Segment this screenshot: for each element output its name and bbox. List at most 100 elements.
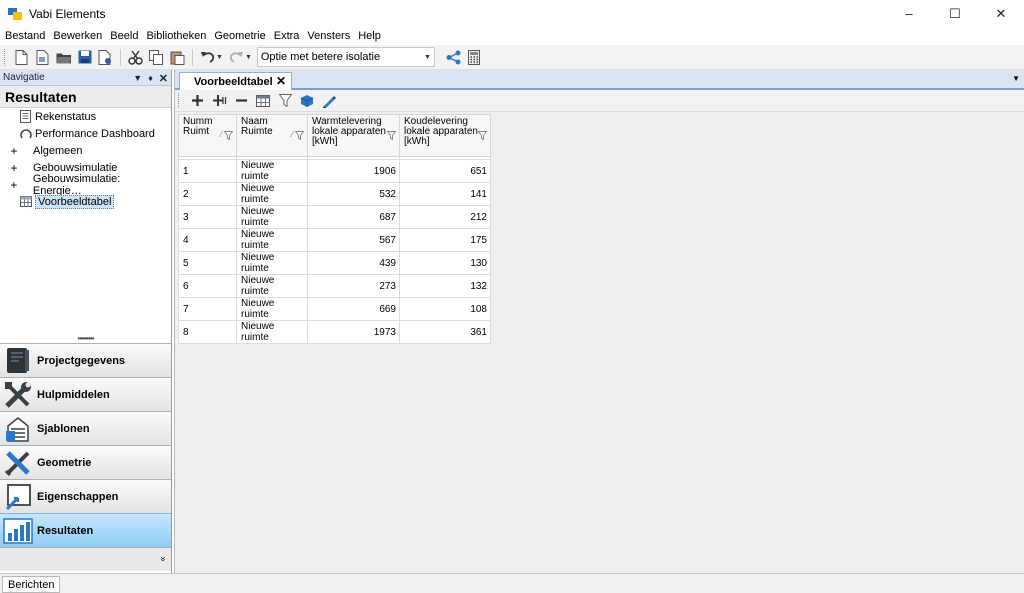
- cell-cold[interactable]: 130: [399, 251, 491, 275]
- table-row[interactable]: 7 Nieuwe ruimte 669 108: [178, 297, 491, 321]
- close-panel-icon[interactable]: ✕: [159, 72, 168, 85]
- variant-select[interactable]: Optie met betere isolatie ▼: [256, 47, 435, 67]
- menu-bestand[interactable]: Bestand: [2, 30, 48, 42]
- paste-icon[interactable]: [167, 47, 188, 68]
- tree-item-performance-dashboard[interactable]: Performance Dashboard: [0, 125, 171, 142]
- expand-icon[interactable]: +: [7, 178, 21, 192]
- tab-list-dropdown-icon[interactable]: ▼: [1012, 74, 1020, 83]
- cell-cold[interactable]: 361: [399, 320, 491, 344]
- undo-icon[interactable]: [197, 47, 218, 68]
- column-filter-icon[interactable]: [294, 131, 305, 143]
- cell-name[interactable]: Nieuwe ruimte: [236, 228, 308, 252]
- splitter-handle[interactable]: •••••••••: [0, 334, 171, 343]
- cell-heat[interactable]: 439: [307, 251, 400, 275]
- new-project-icon[interactable]: [32, 47, 53, 68]
- nav-button-resultaten[interactable]: Resultaten: [0, 513, 171, 547]
- copy-icon[interactable]: [146, 47, 167, 68]
- cell-name[interactable]: Nieuwe ruimte: [236, 320, 308, 344]
- save-as-icon[interactable]: [95, 47, 116, 68]
- table-row[interactable]: 8 Nieuwe ruimte 1973 361: [178, 320, 491, 344]
- expand-icon[interactable]: +: [7, 144, 21, 158]
- cell-name[interactable]: Nieuwe ruimte: [236, 159, 308, 183]
- nav-button-projectgegevens[interactable]: Projectgegevens: [0, 343, 171, 377]
- tree-item-rekenstatus[interactable]: Rekenstatus: [0, 108, 171, 125]
- cell-name[interactable]: Nieuwe ruimte: [236, 205, 308, 229]
- cell-cold[interactable]: 132: [399, 274, 491, 298]
- cut-icon[interactable]: [125, 47, 146, 68]
- column-header-name[interactable]: Naam Ruimte ⁄: [236, 114, 308, 157]
- cell-number[interactable]: 2: [178, 182, 237, 206]
- menu-extra[interactable]: Extra: [271, 30, 303, 42]
- nav-button-eigenschappen[interactable]: Eigenschappen: [0, 479, 171, 513]
- cell-cold[interactable]: 212: [399, 205, 491, 229]
- tree-item-voorbeeldtabel[interactable]: Voorbeeldtabel: [2, 193, 169, 210]
- column-filter-icon[interactable]: [477, 131, 488, 143]
- column-header-cold-supply[interactable]: Koudelevering lokale apparaten [kWh]: [399, 114, 491, 157]
- share-icon[interactable]: [443, 47, 464, 68]
- minimize-button[interactable]: –: [886, 0, 932, 27]
- tree-item-algemeen[interactable]: + Algemeen: [0, 142, 171, 159]
- close-window-button[interactable]: ✕: [978, 0, 1024, 27]
- expand-icon[interactable]: +: [7, 161, 21, 175]
- cell-number[interactable]: 5: [178, 251, 237, 275]
- cell-heat[interactable]: 1973: [307, 320, 400, 344]
- cell-name[interactable]: Nieuwe ruimte: [236, 182, 308, 206]
- maximize-button[interactable]: ☐: [932, 0, 978, 27]
- nav-button-sjablonen[interactable]: Sjablonen: [0, 411, 171, 445]
- tab-berichten[interactable]: Berichten: [2, 576, 61, 593]
- add-row-icon[interactable]: [186, 91, 208, 111]
- cell-heat[interactable]: 1906: [307, 159, 400, 183]
- menu-vensters[interactable]: Vensters: [304, 30, 353, 42]
- new-file-icon[interactable]: [11, 47, 32, 68]
- table-row[interactable]: 2 Nieuwe ruimte 532 141: [178, 182, 491, 206]
- pin-icon[interactable]: ♦: [148, 73, 153, 83]
- redo-icon[interactable]: [226, 47, 247, 68]
- nav-button-hulpmiddelen[interactable]: Hulpmiddelen: [0, 377, 171, 411]
- menu-bewerken[interactable]: Bewerken: [50, 30, 105, 42]
- cell-heat[interactable]: 687: [307, 205, 400, 229]
- cell-name[interactable]: Nieuwe ruimte: [236, 274, 308, 298]
- panel-dropdown-icon[interactable]: ▼: [133, 73, 142, 83]
- column-filter-icon[interactable]: [386, 131, 397, 143]
- menu-bibliotheken[interactable]: Bibliotheken: [143, 30, 209, 42]
- cell-heat[interactable]: 273: [307, 274, 400, 298]
- toolbar-grip[interactable]: [178, 93, 181, 108]
- cell-number[interactable]: 8: [178, 320, 237, 344]
- cell-cold[interactable]: 108: [399, 297, 491, 321]
- cell-heat[interactable]: 669: [307, 297, 400, 321]
- more-buttons-icon[interactable]: »: [158, 556, 168, 561]
- add-multiple-rows-icon[interactable]: [208, 91, 230, 111]
- cell-cold[interactable]: 141: [399, 182, 491, 206]
- cell-cold[interactable]: 175: [399, 228, 491, 252]
- calculator-icon[interactable]: [464, 47, 485, 68]
- cell-number[interactable]: 6: [178, 274, 237, 298]
- save-icon[interactable]: [74, 47, 95, 68]
- toolbar-grip[interactable]: [4, 48, 7, 66]
- open-folder-icon[interactable]: [53, 47, 74, 68]
- tab-voorbeeldtabel[interactable]: Voorbeeldtabel ✕: [179, 72, 292, 90]
- nav-button-geometrie[interactable]: Geometrie: [0, 445, 171, 479]
- menu-help[interactable]: Help: [355, 30, 384, 42]
- cell-name[interactable]: Nieuwe ruimte: [236, 251, 308, 275]
- table-row[interactable]: 6 Nieuwe ruimte 273 132: [178, 274, 491, 298]
- menu-beeld[interactable]: Beeld: [107, 30, 141, 42]
- cell-name[interactable]: Nieuwe ruimte: [236, 297, 308, 321]
- tree-item-gebouwsimulatie-energie[interactable]: + Gebouwsimulatie: Energie…: [0, 173, 171, 197]
- 3d-view-icon[interactable]: [296, 91, 318, 111]
- table-row[interactable]: 4 Nieuwe ruimte 567 175: [178, 228, 491, 252]
- undo-dropdown-icon[interactable]: ▼: [216, 54, 223, 61]
- cell-number[interactable]: 1: [178, 159, 237, 183]
- column-header-heat-supply[interactable]: Warmtelevering lokale apparaten [kWh]: [307, 114, 400, 157]
- filter-icon[interactable]: [274, 91, 296, 111]
- table-row[interactable]: 1 Nieuwe ruimte 1906 651: [178, 159, 491, 183]
- edit-pencil-icon[interactable]: [318, 91, 340, 111]
- cell-cold[interactable]: 651: [399, 159, 491, 183]
- column-filter-icon[interactable]: [223, 131, 234, 143]
- cell-heat[interactable]: 567: [307, 228, 400, 252]
- column-header-number[interactable]: Numm Ruimt ⁄: [178, 114, 237, 157]
- cell-number[interactable]: 4: [178, 228, 237, 252]
- cell-heat[interactable]: 532: [307, 182, 400, 206]
- remove-row-icon[interactable]: [230, 91, 252, 111]
- table-row[interactable]: 3 Nieuwe ruimte 687 212: [178, 205, 491, 229]
- close-tab-icon[interactable]: ✕: [276, 74, 286, 88]
